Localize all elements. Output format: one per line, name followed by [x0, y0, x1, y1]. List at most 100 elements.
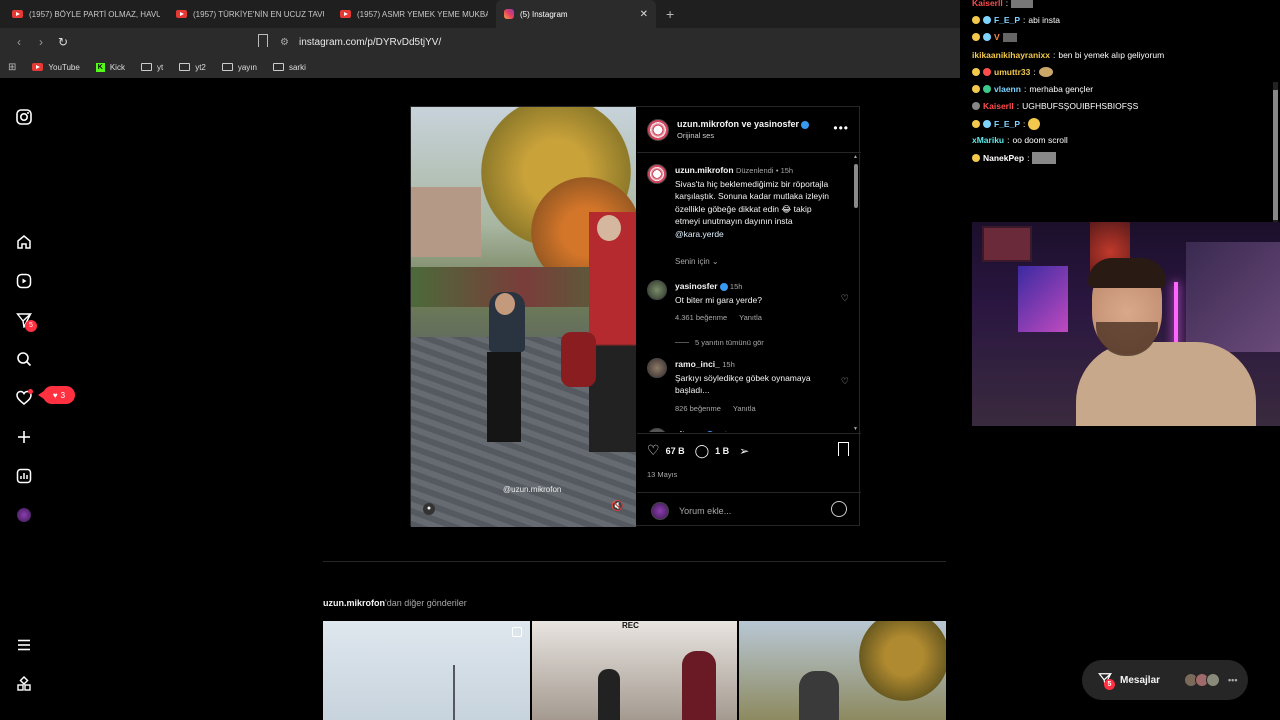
comment-count[interactable]: 1 B	[715, 446, 729, 456]
authors-joiner: ve	[739, 119, 755, 129]
browser-tab-instagram[interactable]: (5) Instagram ✕	[496, 0, 656, 28]
chat-user: F_E_P	[994, 15, 1020, 25]
also-from-meta-icon[interactable]	[15, 675, 33, 693]
post-authors[interactable]: uzun.mikrofon ve yasinosfer	[677, 119, 810, 129]
like-count[interactable]: 67 B	[666, 446, 685, 456]
author-avatar[interactable]	[647, 164, 667, 184]
like-comment-heart-icon[interactable]: ♡	[841, 293, 849, 304]
url-field[interactable]: ⚙ instagram.com/p/DYRvDd5tjYV/	[280, 32, 970, 52]
notifications-heart-icon[interactable]	[15, 389, 33, 407]
comment-item: ramo_inci_ 15h Şarkıyı söyledikçe göbek …	[647, 358, 847, 415]
dashboard-icon[interactable]	[15, 467, 33, 485]
kick-icon: K	[95, 62, 105, 72]
bookmark-label: Kick	[109, 62, 125, 72]
for-you-label[interactable]: Senin için	[675, 257, 710, 266]
author-2[interactable]: yasinosfer	[754, 119, 799, 129]
badge-icon	[972, 16, 980, 24]
instagram-logo-icon[interactable]	[15, 108, 33, 126]
browser-tab-2[interactable]: (1957) TÜRKİYE'NİN EN UCUZ TAVUK	[168, 0, 332, 28]
chat-message: F_E_P: abi insta	[972, 15, 1060, 25]
more-posts-user[interactable]: uzun.mikrofon	[323, 598, 385, 608]
comment-likes[interactable]: 4.361 beğenme	[675, 312, 727, 325]
comment-input[interactable]: Yorum ekle...	[679, 506, 731, 516]
bookmark-folder-yt2[interactable]: yt2	[179, 63, 206, 72]
notification-dot	[28, 389, 33, 394]
bookmark-kick[interactable]: K Kick	[95, 62, 125, 72]
profile-avatar[interactable]	[15, 506, 33, 524]
bookmark-folder-yayin[interactable]: yayın	[221, 63, 257, 72]
emote-icon	[1038, 67, 1053, 77]
comment-likes[interactable]: 826 beğenme	[675, 403, 721, 416]
chat-user: Kaiserll	[983, 101, 1014, 111]
bookmark-folder-sarki[interactable]: sarki	[272, 63, 306, 72]
add-comment-bar: Yorum ekle...	[637, 492, 861, 528]
audio-label[interactable]: Orijinal ses	[677, 131, 809, 140]
comments-scrollbar[interactable]: ▲ ▼	[853, 154, 859, 432]
view-replies-button[interactable]: 5 yanıtın tümünü gör	[695, 338, 764, 347]
notification-count: 3	[60, 390, 66, 400]
back-icon[interactable]: ‹	[8, 35, 30, 49]
post-video[interactable]: @uzun.mikrofon ● 🔇	[411, 107, 636, 527]
chat-message: umuttr33:	[972, 67, 1053, 77]
comment-author[interactable]: altcngz	[675, 429, 704, 432]
reload-icon[interactable]: ↻	[52, 35, 74, 49]
reply-button[interactable]: Yanıtla	[739, 312, 762, 325]
bookmark-youtube[interactable]: YouTube	[32, 63, 80, 72]
commenter-avatar[interactable]	[647, 428, 667, 432]
apps-icon[interactable]: ⊞	[8, 62, 16, 73]
tagged-user-icon[interactable]: ●	[423, 503, 435, 515]
messages-icon[interactable]: 5	[15, 311, 37, 332]
mute-icon[interactable]: 🔇	[611, 501, 623, 512]
rec-label: REC	[622, 621, 639, 630]
browser-tab-1[interactable]: (1957) BÖYLE PARTİ OLMAZ, HAVUZ	[4, 0, 168, 28]
folder-icon	[179, 63, 191, 71]
comment-bubble-icon[interactable]: ◯	[695, 443, 710, 459]
bookmark-page-icon[interactable]	[258, 34, 268, 47]
chat-message: Kaiserll:	[972, 0, 1034, 8]
commenter-avatar[interactable]	[647, 280, 667, 300]
close-tab-icon[interactable]: ✕	[640, 9, 648, 20]
home-icon[interactable]	[15, 233, 33, 251]
chat-scrollbar[interactable]	[1273, 82, 1278, 222]
more-menu-icon[interactable]	[15, 636, 33, 654]
like-comment-heart-icon[interactable]: ♡	[841, 376, 849, 387]
scroll-thumb[interactable]	[854, 164, 858, 208]
site-info-icon[interactable]: ⚙	[280, 37, 289, 48]
heart-icon: ♥	[52, 390, 58, 400]
create-icon[interactable]	[15, 428, 33, 446]
comment-author[interactable]: yasinosfer	[675, 281, 718, 291]
new-tab-icon[interactable]: +	[666, 6, 674, 22]
notification-pill[interactable]: ♥ 3	[38, 386, 75, 404]
streamer-webcam	[972, 222, 1280, 426]
forward-icon[interactable]: ›	[30, 35, 52, 49]
bookmark-label: yt	[156, 62, 164, 72]
folder-icon	[221, 63, 233, 71]
chat-text: merhaba gençler	[1029, 84, 1094, 94]
commenter-avatar[interactable]	[647, 358, 667, 378]
post-thumbnail[interactable]	[739, 621, 946, 720]
emote-icon	[1002, 32, 1017, 42]
caption: uzun.mikrofon Düzenlendi • 15h Sivas'ta …	[647, 164, 847, 269]
comment-author[interactable]: ramo_inci_	[675, 359, 720, 369]
author-avatar[interactable]	[647, 118, 669, 141]
search-icon[interactable]	[15, 350, 33, 368]
post-thumbnail[interactable]	[323, 621, 530, 720]
caption-author[interactable]: uzun.mikrofon	[675, 165, 734, 175]
like-heart-icon[interactable]: ♡	[647, 442, 660, 459]
browser-tab-3[interactable]: (1957) ASMR YEMEK YEME MUKBAN	[332, 0, 496, 28]
chat-user: F_E_P	[994, 119, 1020, 129]
instagram-icon	[504, 9, 514, 19]
save-bookmark-icon[interactable]	[838, 442, 849, 456]
post-thumbnail[interactable]: REC	[532, 621, 737, 720]
messages-button[interactable]: 5 Mesajlar •••	[1082, 660, 1248, 700]
reels-icon[interactable]	[15, 272, 33, 290]
chat-text: oo doom scroll	[1012, 135, 1068, 145]
caption-mention[interactable]: @kara.yerde	[675, 229, 724, 239]
more-options-icon[interactable]: •••	[833, 121, 849, 135]
emoji-icon[interactable]	[831, 501, 847, 517]
author-1[interactable]: uzun.mikrofon	[677, 119, 739, 129]
reply-button[interactable]: Yanıtla	[733, 403, 756, 416]
comment-time: 15h	[722, 360, 735, 369]
share-icon[interactable]: ➢	[739, 444, 749, 458]
bookmark-folder-yt[interactable]: yt	[140, 62, 164, 72]
